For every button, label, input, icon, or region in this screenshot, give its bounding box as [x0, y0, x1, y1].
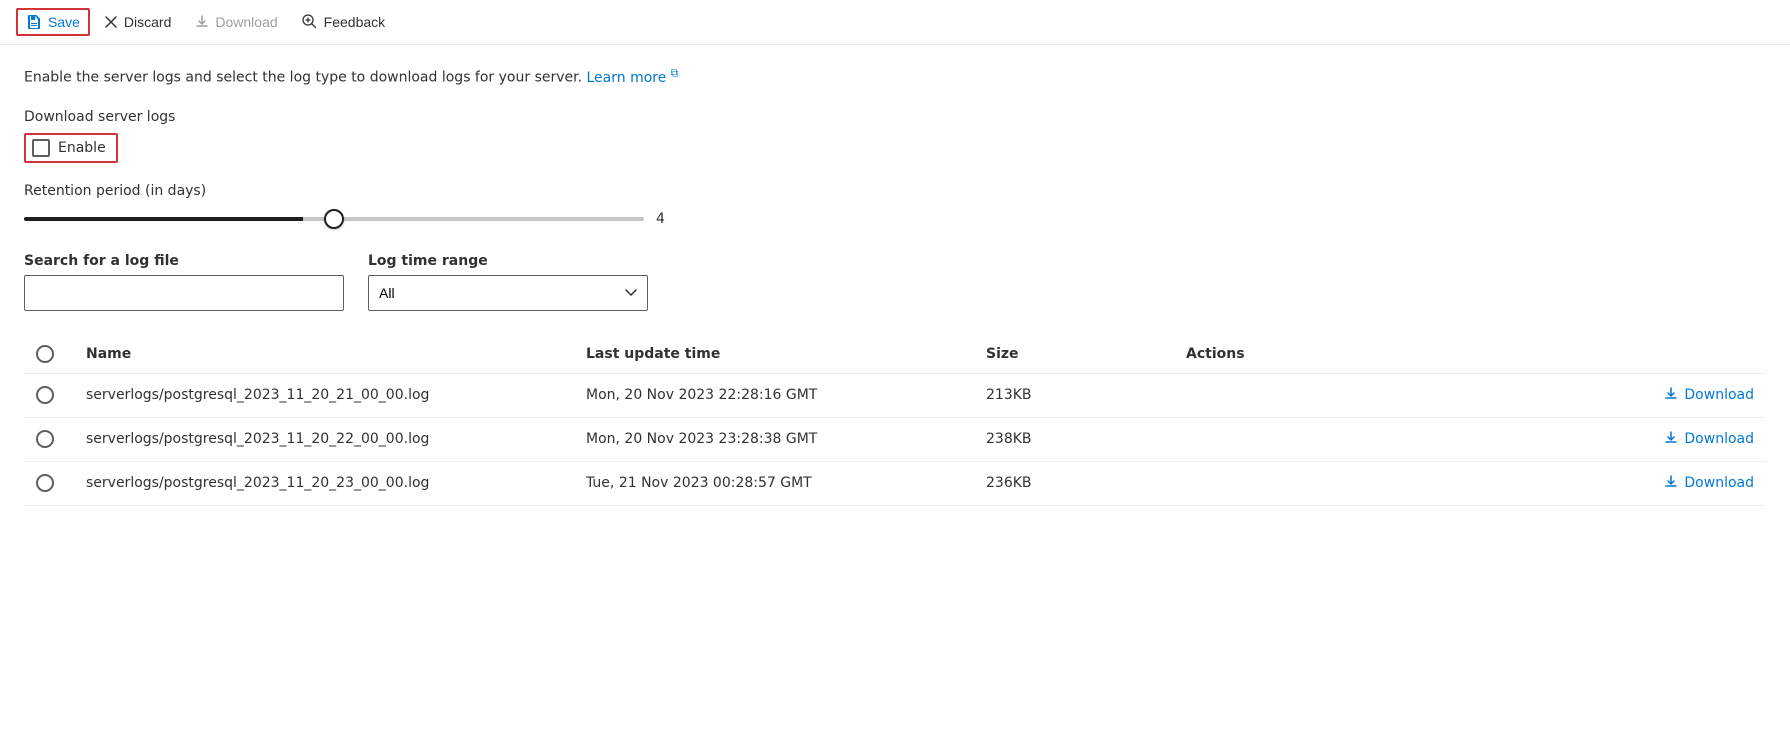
col-header-size: Size — [974, 335, 1174, 374]
row-radio-cell — [24, 373, 74, 417]
download-button-0[interactable]: Download — [1664, 386, 1754, 405]
discard-button[interactable]: Discard — [94, 8, 181, 36]
enable-toggle-row: Enable — [24, 133, 1766, 163]
toggle-checkbox[interactable] — [32, 139, 50, 157]
row-time-0: Mon, 20 Nov 2023 22:28:16 GMT — [574, 373, 974, 417]
search-group: Search for a log file — [24, 253, 344, 311]
row-actions-2: Download — [1174, 461, 1766, 505]
discard-icon — [104, 15, 118, 29]
col-header-actions: Actions — [1174, 335, 1766, 374]
download-button-2[interactable]: Download — [1664, 474, 1754, 493]
main-content: Enable the server logs and select the lo… — [0, 45, 1790, 526]
save-label: Save — [48, 14, 80, 30]
search-label: Search for a log file — [24, 253, 344, 269]
row-actions-1: Download — [1174, 417, 1766, 461]
log-table: Name Last update time Size Actions serve… — [24, 335, 1766, 506]
retention-value: 4 — [656, 211, 676, 227]
row-radio-0[interactable] — [36, 386, 54, 404]
row-radio-cell — [24, 461, 74, 505]
table-header-row: Name Last update time Size Actions — [24, 335, 1766, 374]
enable-toggle[interactable]: Enable — [24, 133, 118, 163]
row-name-0: serverlogs/postgresql_2023_11_20_21_00_0… — [74, 373, 574, 417]
filter-group: Log time range All Last 1 hour Last 6 ho… — [368, 253, 648, 311]
retention-label: Retention period (in days) — [24, 183, 1766, 199]
row-size-0: 213KB — [974, 373, 1174, 417]
row-size-2: 236KB — [974, 461, 1174, 505]
download-label-2: Download — [1684, 475, 1754, 491]
download-icon-2 — [1664, 474, 1678, 493]
toolbar: Save Discard Download Feedback — [0, 0, 1790, 45]
row-radio-1[interactable] — [36, 430, 54, 448]
col-header-time: Last update time — [574, 335, 974, 374]
log-time-range-label: Log time range — [368, 253, 648, 269]
row-radio-2[interactable] — [36, 474, 54, 492]
download-label-1: Download — [1684, 431, 1754, 447]
learn-more-link[interactable]: Learn more ⧉ — [587, 70, 679, 86]
enable-label: Enable — [58, 140, 106, 156]
save-icon — [26, 14, 42, 30]
row-name-1: serverlogs/postgresql_2023_11_20_22_00_0… — [74, 417, 574, 461]
header-radio[interactable] — [36, 345, 54, 363]
retention-slider[interactable] — [24, 217, 644, 221]
download-server-logs-label: Download server logs — [24, 109, 1766, 125]
save-button[interactable]: Save — [16, 8, 90, 36]
col-header-name: Name — [74, 335, 574, 374]
feedback-icon — [302, 14, 318, 30]
table-row: serverlogs/postgresql_2023_11_20_22_00_0… — [24, 417, 1766, 461]
row-time-2: Tue, 21 Nov 2023 00:28:57 GMT — [574, 461, 974, 505]
search-input[interactable] — [24, 275, 344, 311]
download-icon-0 — [1664, 386, 1678, 405]
col-header-select — [24, 335, 74, 374]
external-link-icon: ⧉ — [671, 66, 679, 79]
feedback-button[interactable]: Feedback — [292, 8, 395, 36]
download-icon-1 — [1664, 430, 1678, 449]
search-filter-row: Search for a log file Log time range All… — [24, 253, 1766, 311]
download-toolbar-button[interactable]: Download — [185, 8, 287, 36]
download-label-0: Download — [1684, 387, 1754, 403]
retention-section: Retention period (in days) 4 — [24, 183, 1766, 229]
download-toolbar-label: Download — [215, 14, 277, 30]
table-row: serverlogs/postgresql_2023_11_20_23_00_0… — [24, 461, 1766, 505]
slider-row: 4 — [24, 209, 1766, 229]
log-time-range-select[interactable]: All Last 1 hour Last 6 hours Last 12 hou… — [368, 275, 648, 311]
description-text: Enable the server logs and select the lo… — [24, 65, 1766, 89]
row-size-1: 238KB — [974, 417, 1174, 461]
discard-label: Discard — [124, 14, 171, 30]
row-name-2: serverlogs/postgresql_2023_11_20_23_00_0… — [74, 461, 574, 505]
row-actions-0: Download — [1174, 373, 1766, 417]
row-radio-cell — [24, 417, 74, 461]
slider-wrapper — [24, 209, 644, 229]
feedback-label: Feedback — [324, 14, 385, 30]
table-row: serverlogs/postgresql_2023_11_20_21_00_0… — [24, 373, 1766, 417]
download-button-1[interactable]: Download — [1664, 430, 1754, 449]
row-time-1: Mon, 20 Nov 2023 23:28:38 GMT — [574, 417, 974, 461]
download-toolbar-icon — [195, 15, 209, 29]
